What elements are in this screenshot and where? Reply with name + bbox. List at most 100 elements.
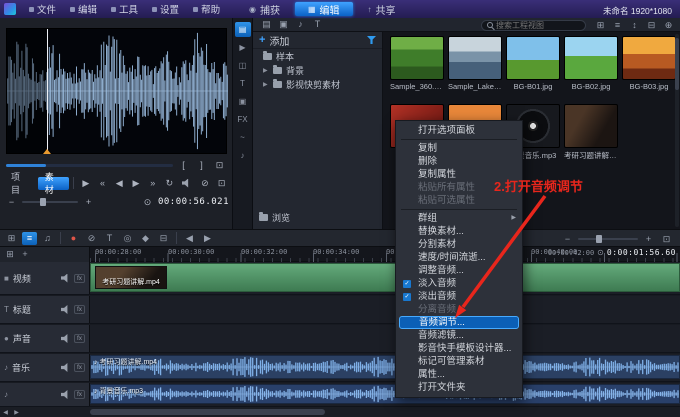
title-icon[interactable]: T	[235, 76, 251, 91]
scrub-marker-icon[interactable]	[43, 149, 51, 154]
filter-photo-icon[interactable]: ▣	[276, 18, 291, 31]
import-media-icon[interactable]: ⊕	[661, 19, 676, 32]
zoom-in-icon[interactable]: +	[81, 196, 96, 209]
mark-in-icon[interactable]: [	[176, 159, 191, 172]
previous-frame-button[interactable]: ◀	[112, 177, 127, 190]
library-item-lecture-video[interactable]: 考研习题讲解.mp4	[564, 104, 618, 161]
mute-speaker-icon[interactable]	[61, 390, 70, 399]
mute-speaker-icon[interactable]	[61, 334, 70, 343]
next-frame-button[interactable]: ▶	[129, 177, 144, 190]
library-item[interactable]: BG-B01.jpg	[506, 36, 560, 91]
mute-speaker-icon[interactable]	[61, 305, 70, 314]
menu-tools[interactable]: 工具	[104, 0, 145, 18]
repeat-button[interactable]: ↻	[162, 177, 177, 190]
menu-file[interactable]: 文件	[22, 0, 63, 18]
library-item[interactable]: BG-B02.jpg	[564, 36, 618, 91]
track-fx-icon[interactable]: fx	[74, 274, 85, 283]
clip-mode-button[interactable]: 素材	[38, 177, 70, 190]
media-library-icon[interactable]: ▤	[235, 22, 251, 37]
menu-item-fade-in-audio[interactable]: ✓淡入音频	[396, 277, 522, 290]
motion-path-icon[interactable]: ~	[235, 130, 251, 145]
grid-view-icon[interactable]: ⊞	[593, 19, 608, 32]
tab-edit[interactable]: ▦编辑	[295, 2, 353, 16]
track-chevron-right-icon[interactable]: ▶	[200, 232, 215, 245]
audio-library-icon[interactable]: ♪	[235, 148, 251, 163]
split-clip-icon[interactable]: ⊘	[198, 177, 213, 190]
track-fx-icon[interactable]: fx	[74, 334, 85, 343]
sound-mixer-icon[interactable]: ♫	[40, 232, 55, 245]
zoom-out-icon[interactable]: −	[4, 196, 19, 209]
scrub-bar[interactable]	[6, 164, 173, 167]
collapse-arrow-icon[interactable]: ▶	[263, 81, 269, 88]
menu-settings[interactable]: 设置	[145, 0, 186, 18]
video-clip[interactable]: 考研习题讲解.mp4	[90, 263, 680, 292]
menu-help[interactable]: 帮助	[186, 0, 227, 18]
preview-playhead[interactable]	[47, 29, 48, 153]
library-item[interactable]: Sample_Lake.mp4	[448, 36, 502, 91]
sort-icon[interactable]: ↕	[627, 19, 642, 32]
menu-item-audio-filter[interactable]: 音频滤镜...	[396, 329, 522, 342]
voice-track-header[interactable]: ● 声音 fx	[0, 325, 90, 352]
track-fx-icon[interactable]: fx	[74, 305, 85, 314]
storyboard-view-icon[interactable]: ⊞	[4, 232, 19, 245]
filter-video-icon[interactable]: ▤	[259, 18, 274, 31]
scrollbar-thumb[interactable]	[90, 409, 325, 415]
mark-out-icon[interactable]: ]	[194, 159, 209, 172]
project-mode-button[interactable]: 项目	[4, 177, 36, 190]
volume-icon[interactable]	[179, 177, 194, 190]
menu-item-speed-time-lapse[interactable]: 速度/时间流逝...	[396, 251, 522, 264]
menu-item-open-options-panel[interactable]: 打开选项面板	[396, 124, 522, 137]
menu-item-delete[interactable]: 删除	[396, 155, 522, 168]
scroll-right-icon[interactable]: ▶	[11, 407, 22, 417]
motion-tracking-icon[interactable]: ◎	[120, 232, 135, 245]
menu-item-group[interactable]: 群组▶	[396, 212, 522, 225]
record-capture-icon[interactable]: ●	[66, 232, 81, 245]
home-button[interactable]: «	[95, 177, 110, 190]
filter-funnel-icon[interactable]	[367, 36, 376, 44]
title-track-header[interactable]: T 标题 fx	[0, 296, 90, 323]
list-view-icon[interactable]: ≡	[610, 19, 625, 32]
audio-clip-lecture[interactable]: ♪ 考研习题讲解.mp4	[90, 355, 680, 379]
collapse-arrow-icon[interactable]: ▶	[263, 67, 269, 74]
add-track-icon[interactable]: +	[19, 248, 31, 261]
batch-convert-icon[interactable]: ⊟	[156, 232, 171, 245]
menu-item-fastflick-designer[interactable]: 影音快手模板设计器...	[396, 342, 522, 355]
timeline-zoom-out-icon[interactable]: −	[560, 233, 575, 246]
menu-item-fade-out-audio[interactable]: ✓淡出音频	[396, 290, 522, 303]
menu-item-mark-clip[interactable]: 标记可管理素材	[396, 355, 522, 368]
painting-creator-icon[interactable]: ◆	[138, 232, 153, 245]
subtitle-editor-icon[interactable]: T	[102, 232, 117, 245]
timeline-zoom-in-icon[interactable]: +	[641, 233, 656, 246]
preview-zoom-slider[interactable]	[22, 201, 78, 203]
folder-fastflick-clips[interactable]: ▶ 影视快剪素材	[253, 77, 382, 91]
menu-item-adjust-audio[interactable]: 调整音频...	[396, 264, 522, 277]
menu-item-audio-adjustment[interactable]: 音频调节...	[399, 316, 519, 329]
mute-speaker-icon[interactable]	[61, 363, 70, 372]
fit-project-icon[interactable]: ⊡	[659, 233, 674, 246]
menu-item-replace-clip[interactable]: 替换素材...	[396, 225, 522, 238]
transition-icon[interactable]: ◫	[235, 58, 251, 73]
menu-item-open-folder[interactable]: 打开文件夹	[396, 381, 522, 394]
menu-item-properties[interactable]: 属性...	[396, 368, 522, 381]
music-track-2-header[interactable]: ♪ fx	[0, 383, 90, 406]
filter-title-icon[interactable]: T	[310, 18, 325, 31]
search-input[interactable]	[496, 21, 576, 30]
tab-share[interactable]: ↑共享	[355, 2, 409, 16]
track-fx-icon[interactable]: fx	[74, 390, 85, 399]
library-scrollbar[interactable]	[675, 34, 679, 227]
library-search[interactable]	[481, 20, 586, 31]
timeline-view-icon[interactable]: ≡	[22, 232, 37, 245]
folder-backgrounds[interactable]: ▶ 背景	[253, 63, 382, 77]
filter-audio-icon[interactable]: ♪	[293, 18, 308, 31]
mute-speaker-icon[interactable]	[61, 274, 70, 283]
library-item[interactable]: BG-B03.jpg	[622, 36, 676, 91]
video-track-header[interactable]: ■ 视频 fx	[0, 262, 90, 294]
filter-fx-icon[interactable]: FX	[235, 112, 251, 127]
options-icon[interactable]: ⊟	[644, 19, 659, 32]
add-icon[interactable]: +	[259, 34, 265, 46]
track-manager-icon[interactable]: ⊞	[4, 248, 16, 261]
library-item[interactable]: Sample_360.mp4	[390, 36, 444, 91]
audio-clip-bgm[interactable]: ♪ 背景音乐.mp3	[90, 384, 680, 404]
enlarge-icon[interactable]: ⊡	[212, 159, 227, 172]
play-button[interactable]: ▶	[78, 177, 93, 190]
